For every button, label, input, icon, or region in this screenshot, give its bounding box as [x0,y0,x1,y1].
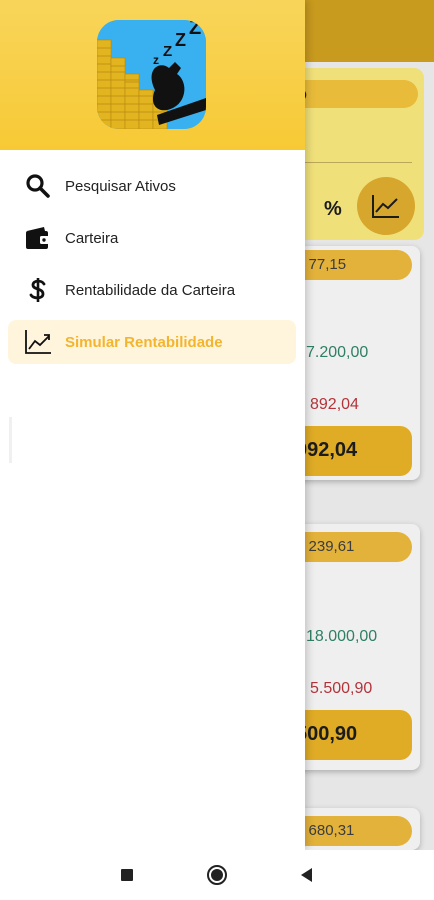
system-navigation-bar [0,850,434,900]
svg-text:z: z [153,53,159,67]
svg-text:Z: Z [189,20,201,39]
asset-card[interactable]: $ 77,15 7.200,00 892,04 092,04 [296,246,420,480]
dollar-icon [20,275,56,305]
back-triangle-icon [301,868,312,882]
menu-item-pesquisar-ativos[interactable]: Pesquisar Ativos [8,164,296,208]
chart-icon [372,195,399,218]
back-button[interactable] [296,863,316,887]
circle-icon [207,865,227,885]
square-icon [121,869,133,881]
drawer-header: z Z Z Z [0,0,305,150]
summary-divider [300,162,412,163]
asset-card[interactable]: $ 680,31 [296,808,420,850]
summary-title: o [290,80,418,108]
menu-item-label: Rentabilidade da Carteira [65,281,236,299]
chart-button[interactable] [357,177,415,235]
percent-toggle[interactable]: % [324,198,342,221]
asset-total-pill: 092,04 [296,426,412,476]
asset-price-pill: $ 239,61 [296,532,412,562]
svg-text:Z: Z [163,43,172,60]
sleeping-money-logo-icon: z Z Z Z [97,20,206,129]
navigation-drawer: z Z Z Z Pesquisar Ativos Carteira Rentab… [0,0,305,850]
menu-item-simular-rentabilidade[interactable]: Simular Rentabilidade [8,320,296,364]
search-icon [20,171,56,201]
asset-total-pill: 500,90 [296,710,412,760]
asset-invested-value: 18.000,00 [306,628,378,645]
home-button[interactable] [205,863,229,887]
asset-card[interactable]: $ 239,61 18.000,00 5.500,90 500,90 [296,524,420,770]
svg-text:Z: Z [175,30,186,50]
menu-item-carteira[interactable]: Carteira [8,216,296,260]
asset-price-pill: $ 680,31 [296,816,412,846]
asset-price-pill: $ 77,15 [296,250,412,280]
wallet-icon [20,223,56,253]
app-logo: z Z Z Z [97,20,206,129]
menu-item-label: Pesquisar Ativos [65,177,176,195]
trending-up-icon [20,327,56,357]
asset-result-value: 892,04 [310,396,359,413]
asset-result-value: 5.500,90 [310,680,373,697]
menu-item-label: Simular Rentabilidade [65,333,223,351]
drawer-edge-handle[interactable] [9,417,12,463]
menu-item-rentabilidade-da-carteira[interactable]: Rentabilidade da Carteira [8,268,296,312]
recents-button[interactable] [118,863,136,887]
asset-invested-value: 7.200,00 [306,344,369,361]
menu-item-label: Carteira [65,229,119,247]
